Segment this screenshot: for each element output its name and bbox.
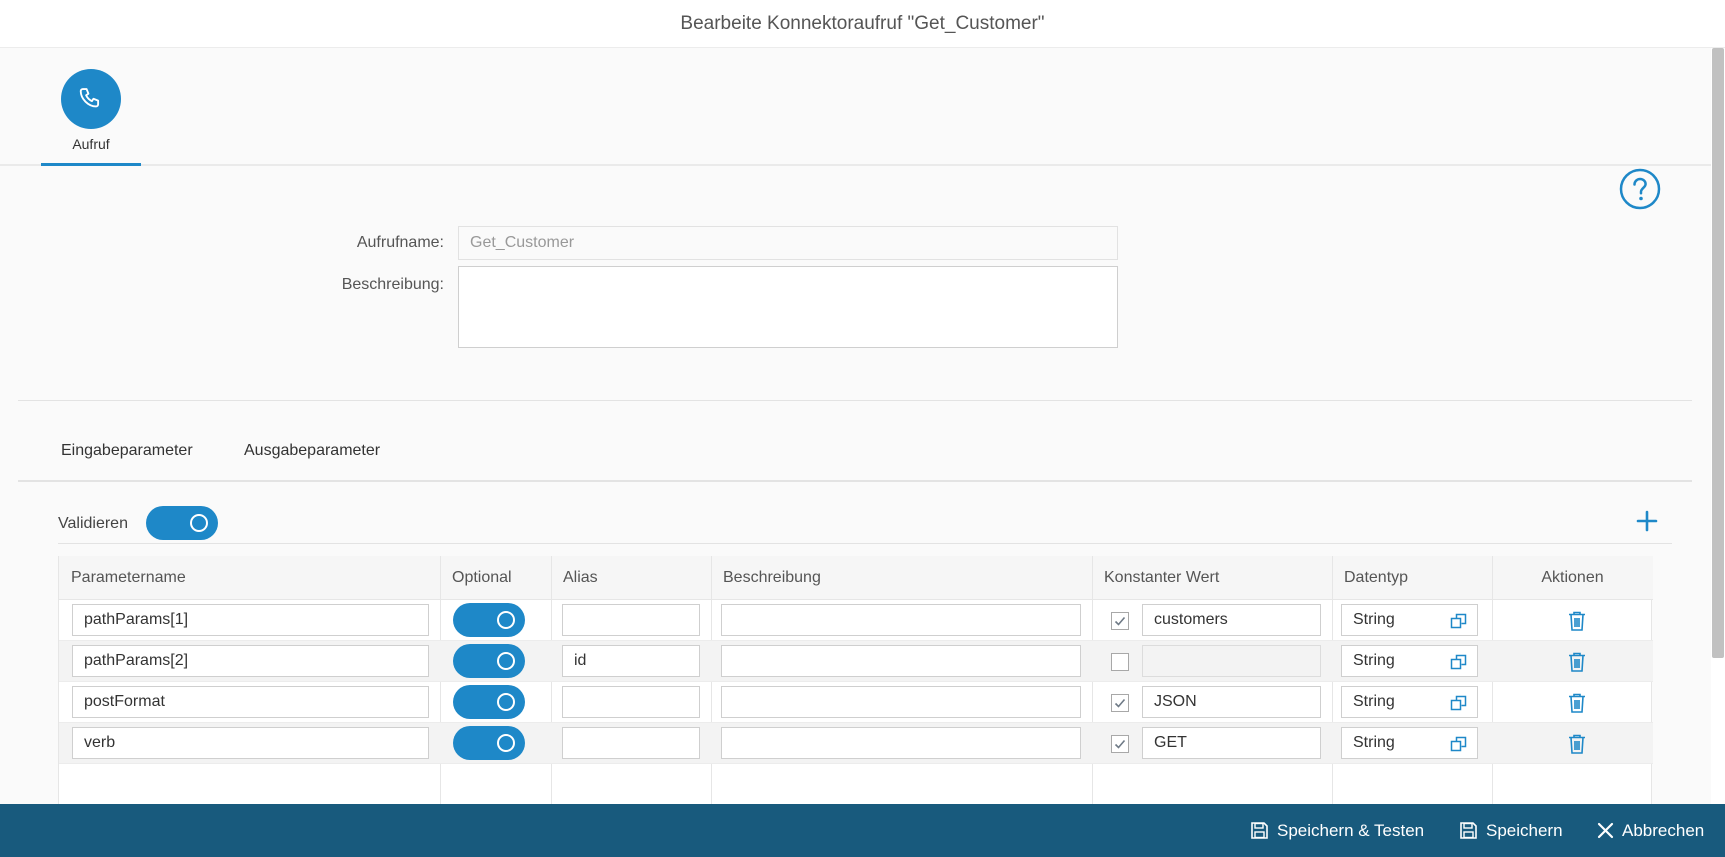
description-label: Beschreibung: xyxy=(341,276,444,293)
divider xyxy=(18,480,1692,482)
beschreibung-field[interactable] xyxy=(721,727,1081,759)
parametername-field[interactable]: postFormat xyxy=(72,686,429,718)
name-field[interactable]: Get_Customer xyxy=(458,226,1118,260)
save-label: Speichern xyxy=(1486,820,1563,840)
alias-field[interactable]: id xyxy=(562,645,700,677)
check-icon xyxy=(1114,698,1126,708)
datatype-select[interactable]: String xyxy=(1341,645,1478,677)
constant-checkbox[interactable] xyxy=(1111,653,1129,671)
tab-ausgabeparameter[interactable]: Ausgabeparameter xyxy=(244,442,380,460)
validate-toggle[interactable] xyxy=(146,506,218,540)
trash-icon[interactable] xyxy=(1567,610,1587,632)
copy-icon[interactable] xyxy=(1450,612,1468,630)
constant-value-field[interactable]: GET xyxy=(1142,727,1321,759)
parametername-field[interactable]: verb xyxy=(72,727,429,759)
beschreibung-field[interactable] xyxy=(721,604,1081,636)
trash-icon[interactable] xyxy=(1567,733,1587,755)
alias-field[interactable] xyxy=(562,686,700,718)
copy-icon[interactable] xyxy=(1450,735,1468,753)
optional-toggle[interactable] xyxy=(453,644,525,678)
table-row: pathParams[1] customers String xyxy=(59,600,1653,641)
header-konstanter-wert: Konstanter Wert xyxy=(1104,569,1220,586)
datatype-select[interactable]: String xyxy=(1341,686,1478,718)
constant-value-field[interactable] xyxy=(1142,645,1321,677)
datatype-select[interactable]: String xyxy=(1341,727,1478,759)
parametername-field[interactable]: pathParams[2] xyxy=(72,645,429,677)
parametername-field[interactable]: pathParams[1] xyxy=(72,604,429,636)
beschreibung-field[interactable] xyxy=(721,686,1081,718)
table-header: Parametername Optional Alias Beschreibun… xyxy=(59,556,1653,600)
datatype-value: String xyxy=(1353,611,1395,628)
scrollbar-thumb[interactable] xyxy=(1712,48,1724,658)
save-button[interactable]: Speichern xyxy=(1459,804,1563,857)
divider xyxy=(58,543,1672,544)
datatype-value: String xyxy=(1353,734,1395,751)
trash-icon[interactable] xyxy=(1567,651,1587,673)
header-beschreibung: Beschreibung xyxy=(723,569,821,586)
dialog-content: Aufruf Aufrufname: Get_Customer Beschrei… xyxy=(0,48,1711,804)
header-alias: Alias xyxy=(563,569,598,586)
constant-checkbox[interactable] xyxy=(1111,694,1129,712)
cancel-label: Abbrechen xyxy=(1622,820,1705,840)
copy-icon[interactable] xyxy=(1450,694,1468,712)
check-icon xyxy=(1114,616,1126,626)
datatype-select[interactable]: String xyxy=(1341,604,1478,636)
datatype-value: String xyxy=(1353,693,1395,710)
header-datentyp: Datentyp xyxy=(1344,569,1409,586)
optional-toggle[interactable] xyxy=(453,685,525,719)
alias-field[interactable] xyxy=(562,604,700,636)
dialog-titlebar: Bearbeite Konnektoraufruf "Get_Customer" xyxy=(0,0,1725,48)
save-icon xyxy=(1251,822,1268,839)
save-and-test-label: Speichern & Testen xyxy=(1277,820,1425,840)
tab-eingabeparameter[interactable]: Eingabeparameter xyxy=(61,442,193,460)
header-optional: Optional xyxy=(452,569,512,586)
phone-icon xyxy=(61,69,121,129)
close-icon xyxy=(1597,822,1614,839)
constant-checkbox[interactable] xyxy=(1111,612,1129,630)
header-aktionen: Aktionen xyxy=(1541,569,1604,586)
alias-field[interactable] xyxy=(562,727,700,759)
table-row: pathParams[2] id String xyxy=(59,641,1653,682)
constant-value-field[interactable]: JSON xyxy=(1142,686,1321,718)
tab-aufruf-label: Aufruf xyxy=(72,136,110,152)
dialog-title: Bearbeite Konnektoraufruf "Get_Customer" xyxy=(680,12,1045,34)
check-icon xyxy=(1114,739,1126,749)
help-icon[interactable] xyxy=(1619,168,1661,210)
optional-toggle[interactable] xyxy=(453,726,525,760)
table-row: postFormat JSON String xyxy=(59,682,1653,723)
validate-label: Validieren xyxy=(58,515,128,532)
optional-toggle[interactable] xyxy=(453,603,525,637)
name-label: Aufrufname: xyxy=(356,234,444,251)
save-and-test-button[interactable]: Speichern & Testen xyxy=(1250,804,1424,857)
description-field[interactable] xyxy=(458,266,1118,348)
save-icon xyxy=(1460,822,1477,839)
header-parametername: Parametername xyxy=(71,569,186,586)
trash-icon[interactable] xyxy=(1567,692,1587,714)
constant-value-field[interactable]: customers xyxy=(1142,604,1321,636)
beschreibung-field[interactable] xyxy=(721,645,1081,677)
cancel-button[interactable]: Abbrechen xyxy=(1597,804,1704,857)
dialog-footer: Speichern & Testen Speichern Abbrechen xyxy=(0,804,1725,857)
tab-aufruf[interactable]: Aufruf xyxy=(41,48,141,166)
table-row: verb GET String xyxy=(59,723,1653,764)
constant-checkbox[interactable] xyxy=(1111,735,1129,753)
icon-tab-bar: Aufruf xyxy=(0,48,1711,166)
divider xyxy=(18,400,1692,401)
parameter-table: Parametername Optional Alias Beschreibun… xyxy=(58,556,1653,804)
datatype-value: String xyxy=(1353,652,1395,669)
add-parameter-icon[interactable] xyxy=(1634,508,1660,534)
copy-icon[interactable] xyxy=(1450,653,1468,671)
